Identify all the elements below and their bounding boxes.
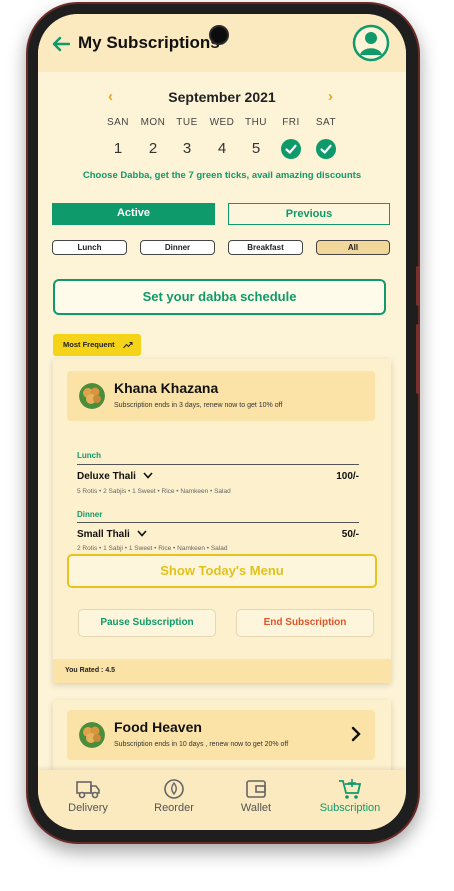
front-camera xyxy=(209,25,229,45)
filter-lunch[interactable]: Lunch xyxy=(52,240,127,255)
restaurant-name: Khana Khazana xyxy=(114,380,219,396)
filter-dinner[interactable]: Dinner xyxy=(140,240,215,255)
most-frequent-badge: Most Frequent xyxy=(53,334,141,356)
nav-reorder[interactable]: Reorder xyxy=(134,778,214,814)
chevron-right-icon[interactable] xyxy=(349,726,363,742)
rating-bar: You Rated : 4.5 xyxy=(53,659,391,683)
volume-button xyxy=(416,266,420,306)
filter-breakfast[interactable]: Breakfast xyxy=(228,240,303,255)
divider xyxy=(77,464,359,465)
wallet-icon xyxy=(246,780,266,798)
pause-subscription-button[interactable]: Pause Subscription xyxy=(78,609,216,637)
set-schedule-button[interactable]: Set your dabba schedule xyxy=(53,279,386,315)
filter-all[interactable]: All xyxy=(316,240,390,255)
app-screen: My Subscriptions ‹ September 2021 › SAN … xyxy=(38,14,406,830)
discount-hint: Choose Dabba, get the 7 green ticks, ava… xyxy=(82,170,362,181)
nav-wallet[interactable]: Wallet xyxy=(216,778,296,814)
back-arrow-icon[interactable] xyxy=(52,36,70,52)
reorder-icon xyxy=(164,779,184,799)
month-label: September 2021 xyxy=(168,89,276,105)
chevron-down-icon xyxy=(136,530,147,537)
bottom-navigation: Delivery Reorder Wallet Subscription xyxy=(38,770,406,830)
meal-desc-lunch: 5 Rotis • 2 Sabjis • 1 Sweet • Rice • Na… xyxy=(77,488,231,495)
meal-price-dinner: 50/- xyxy=(341,529,359,540)
day-fri[interactable]: FRI xyxy=(271,117,311,160)
food-thumbnail-icon xyxy=(79,383,105,409)
meal-desc-dinner: 2 Rotis • 1 Sabji • 1 Sweet • Rice • Nam… xyxy=(77,545,228,552)
show-todays-menu-button[interactable]: Show Today's Menu xyxy=(67,554,377,588)
restaurant-name: Food Heaven xyxy=(114,719,202,735)
meal-item-dinner[interactable]: Small Thali xyxy=(77,529,147,540)
tab-previous[interactable]: Previous xyxy=(228,203,390,225)
power-button xyxy=(416,324,420,394)
divider xyxy=(77,522,359,523)
truck-icon xyxy=(76,781,100,799)
day-thu[interactable]: THU 5 xyxy=(236,117,276,160)
profile-avatar-icon[interactable] xyxy=(352,24,390,62)
nav-delivery[interactable]: Delivery xyxy=(48,778,128,814)
trending-up-icon xyxy=(123,342,133,349)
subscription-note: Subscription ends in 3 days, renew now t… xyxy=(114,402,283,409)
subscription-card-khana-khazana: Khana Khazana Subscription ends in 3 day… xyxy=(53,359,391,683)
next-month-icon[interactable]: › xyxy=(328,88,333,105)
day-tue[interactable]: TUE 3 xyxy=(167,117,207,160)
chevron-down-icon xyxy=(143,472,153,479)
meal-label-lunch: Lunch xyxy=(77,451,101,460)
month-selector: ‹ September 2021 › xyxy=(38,88,406,108)
nav-subscription[interactable]: Subscription xyxy=(310,778,390,814)
page-title: My Subscriptions xyxy=(78,33,220,52)
meal-price-lunch: 100/- xyxy=(336,471,359,482)
meal-label-dinner: Dinner xyxy=(77,510,103,519)
end-subscription-button[interactable]: End Subscription xyxy=(236,609,374,637)
food-thumbnail-icon xyxy=(79,722,105,748)
green-tick-icon xyxy=(281,139,301,160)
subscription-note: Subscription ends in 10 days , renew now… xyxy=(114,741,289,748)
day-sat[interactable]: SAT xyxy=(306,117,346,160)
tab-active[interactable]: Active xyxy=(52,203,215,225)
cart-icon xyxy=(339,779,362,799)
restaurant-header[interactable]: Food Heaven Subscription ends in 10 days… xyxy=(67,710,375,760)
day-sun[interactable]: SAN 1 xyxy=(98,117,138,160)
restaurant-header[interactable]: Khana Khazana Subscription ends in 3 day… xyxy=(67,371,375,421)
meal-item-lunch[interactable]: Deluxe Thali xyxy=(77,471,153,482)
green-tick-icon xyxy=(316,139,336,160)
